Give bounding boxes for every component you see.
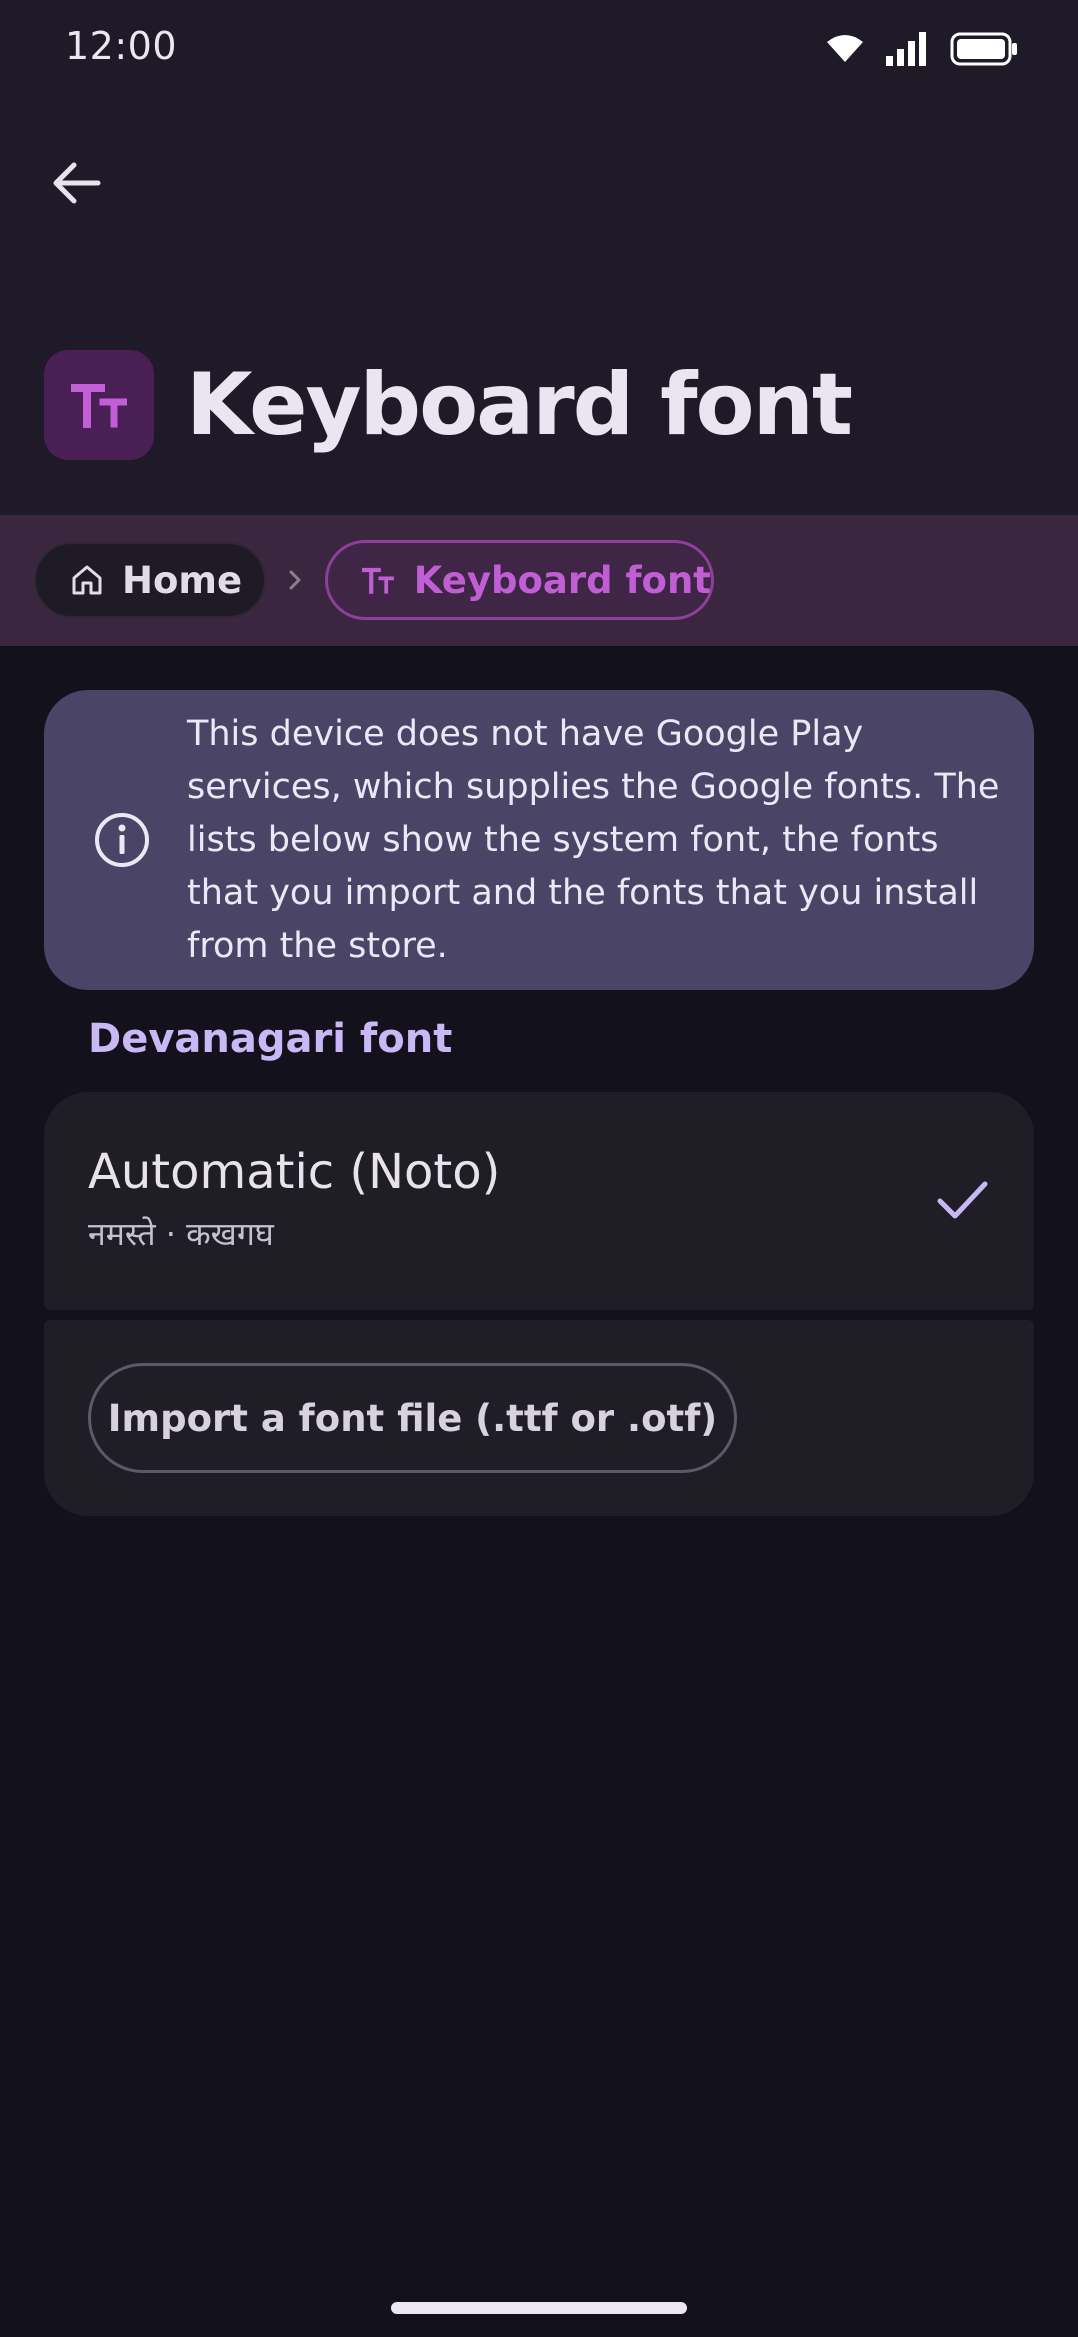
text-size-icon — [362, 567, 394, 594]
breadcrumb-current-label: Keyboard font — [413, 558, 711, 602]
wifi-icon — [827, 35, 863, 62]
signal-icon — [886, 32, 926, 66]
breadcrumb-current[interactable]: Keyboard font — [325, 540, 714, 620]
font-option-automatic[interactable]: Automatic (Noto) नमस्ते · कखगघ — [44, 1092, 1034, 1310]
breadcrumb-home-label: Home — [122, 558, 243, 602]
section-title: Devanagari font — [88, 1016, 453, 1062]
title-icon — [44, 350, 154, 460]
battery-icon — [950, 32, 1017, 66]
info-text: This device does not have Google Play se… — [187, 714, 1000, 966]
import-font-button[interactable]: Import a font file (.ttf or .otf) — [88, 1363, 737, 1473]
font-option-name: Automatic (Noto) — [88, 1144, 501, 1200]
home-indicator[interactable] — [391, 2302, 687, 2314]
page-title: Keyboard font — [186, 355, 853, 455]
status-icons — [826, 28, 1018, 70]
arrow-left-icon — [53, 162, 101, 204]
back-button[interactable] — [42, 148, 112, 218]
text-size-icon — [71, 384, 127, 428]
chevron-right-icon — [289, 570, 301, 590]
info-icon — [95, 813, 149, 867]
info-card: This device does not have Google Play se… — [44, 690, 1034, 990]
import-card: Import a font file (.ttf or .otf) — [44, 1320, 1034, 1516]
breadcrumb-home[interactable]: Home — [34, 542, 266, 618]
check-icon — [937, 1181, 988, 1219]
font-option-sample: नमस्ते · कखगघ — [88, 1215, 274, 1253]
status-time: 12:00 — [65, 24, 178, 68]
home-icon — [72, 565, 102, 595]
